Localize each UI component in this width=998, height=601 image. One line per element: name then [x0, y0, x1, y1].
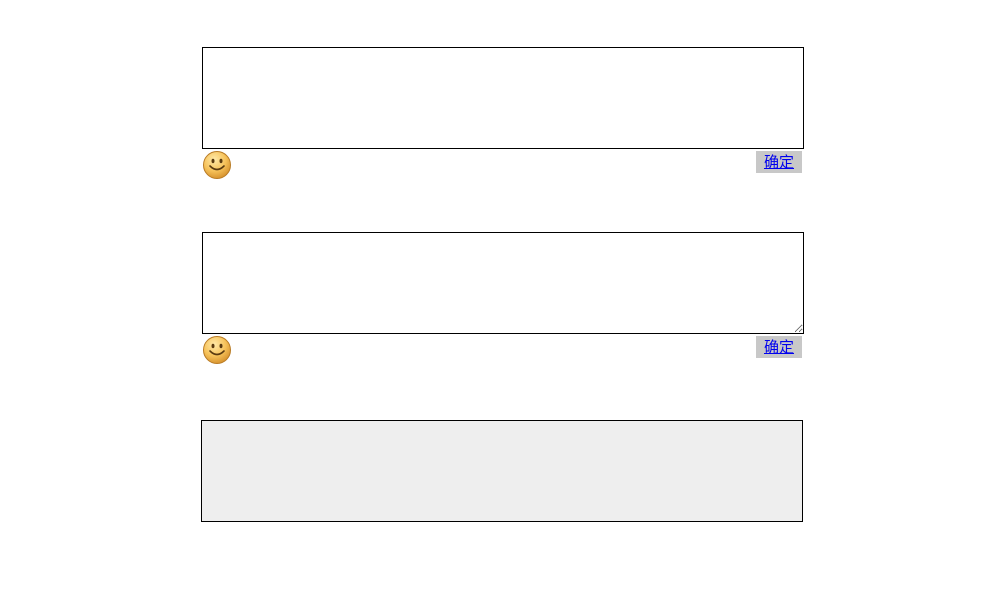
confirm-button[interactable]: 确定: [755, 151, 802, 173]
comment-textarea[interactable]: [202, 232, 804, 334]
editor-toolbar: 确定: [202, 149, 804, 181]
comment-editor-1: 确定: [202, 47, 804, 181]
smiley-face-icon[interactable]: [202, 335, 232, 365]
editor-toolbar: 确定: [202, 334, 804, 366]
preview-box: [201, 420, 803, 522]
comment-input-editable[interactable]: [202, 47, 804, 149]
page: 确定 确定: [0, 0, 998, 601]
smiley-face-icon[interactable]: [202, 150, 232, 180]
comment-editor-2: 确定: [202, 232, 804, 366]
confirm-button[interactable]: 确定: [755, 336, 802, 358]
